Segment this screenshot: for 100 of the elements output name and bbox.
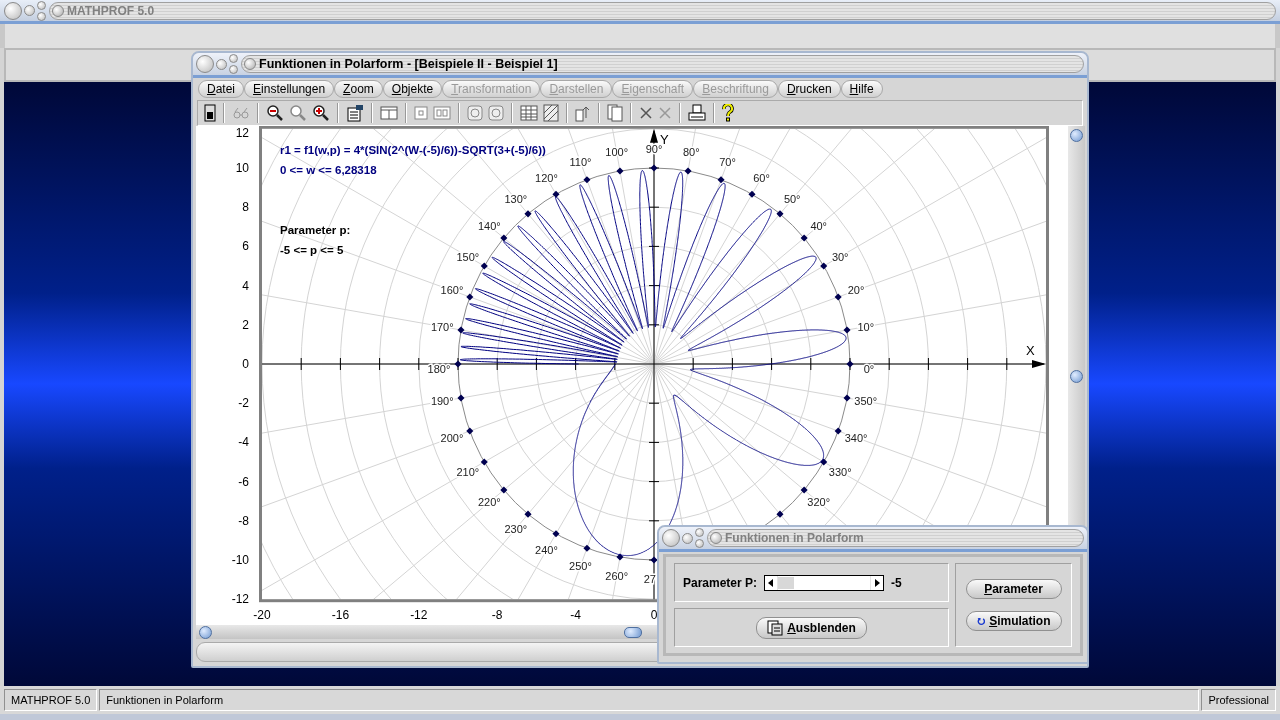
axis-tick-label: 12 [235, 126, 249, 140]
angle-label: 100° [605, 146, 629, 159]
axis-tick-label: 2 [242, 317, 249, 332]
parameter-button[interactable]: Parameter [965, 579, 1062, 599]
axis-tick-label: -4 [238, 435, 249, 450]
axis-tick-label: 8 [242, 200, 249, 215]
angle-label: 210° [456, 465, 480, 478]
document-icon [767, 619, 784, 636]
square-icon[interactable] [414, 106, 428, 120]
axis-tick-label: -8 [238, 513, 249, 528]
axis-tick-label: -2 [238, 396, 249, 411]
angle-label: 180° [427, 363, 451, 375]
magnifier-icon[interactable] [289, 104, 307, 122]
angle-label: 200° [440, 431, 464, 444]
knob-icon [244, 58, 256, 70]
angle-label: 140° [477, 219, 501, 232]
scroll-button[interactable] [199, 625, 212, 639]
angle-label: 160° [440, 284, 464, 297]
pages-icon[interactable] [607, 104, 623, 122]
dialog-title: Funktionen in Polarform [725, 531, 864, 545]
axis-tick-label: -6 [238, 474, 249, 489]
status-text: Funktionen in Polarform [99, 689, 1200, 711]
hide-button[interactable]: Ausblenden [756, 616, 867, 639]
formula-text: r1 = f1(w,p) = 4*(SIN(2^(W-(-5)/6))-SQRT(3+(-5)/6)) [280, 144, 546, 156]
clipboard-icon[interactable] [346, 104, 364, 122]
zoom-in-icon[interactable] [312, 104, 330, 122]
menu-item[interactable]: Datei [198, 80, 245, 98]
parameter-text: -5 <= p <= 5 [280, 244, 344, 256]
status-text: MATHPROF 5.0 [4, 689, 98, 711]
calculator-icon[interactable] [204, 104, 216, 122]
angle-label: 50° [783, 193, 801, 206]
window-button[interactable] [216, 58, 227, 70]
angle-label: 340° [844, 431, 868, 444]
double-square-icon[interactable] [433, 106, 451, 120]
cross-icon[interactable] [639, 106, 653, 120]
status-text: Professional [1201, 689, 1276, 711]
axis-tick-label: 4 [242, 278, 249, 293]
angle-label: 60° [753, 171, 770, 184]
knob-icon [710, 532, 722, 544]
glasses-icon[interactable] [232, 107, 250, 119]
window-button[interactable] [682, 532, 693, 544]
angle-label: 30° [831, 250, 849, 263]
angle-label: 80° [683, 146, 700, 159]
angle-label: 130° [504, 193, 528, 206]
hatched-page-icon[interactable] [543, 104, 559, 122]
axis-tick-label: 6 [242, 239, 249, 254]
angle-label: 120° [535, 171, 558, 184]
menu-item[interactable]: Drucken [777, 80, 841, 98]
printer-icon[interactable] [688, 104, 706, 122]
scroll-thumb[interactable] [624, 626, 642, 638]
angle-label: 20° [847, 284, 865, 297]
angle-label: 150° [456, 250, 480, 263]
parameter-text: Parameter p: [280, 224, 351, 236]
simulation-button[interactable]: Simulation [965, 611, 1062, 631]
angle-label: 320° [807, 496, 831, 509]
axis-label: X [1026, 343, 1035, 358]
axis-tick-label: 10 [235, 161, 249, 175]
export-icon[interactable] [575, 104, 591, 122]
angle-label: 240° [535, 544, 558, 557]
axis-tick-label: -12 [231, 592, 249, 607]
formula-text: 0 <= w <= 6,28318 [280, 164, 377, 176]
window-title: Funktionen in Polarform - [Beispiele II - Beispiel 1] [259, 57, 558, 71]
menu-item[interactable]: Zoom [334, 80, 383, 98]
window-button[interactable] [196, 55, 214, 73]
table-icon[interactable] [520, 105, 538, 121]
help-icon[interactable] [722, 104, 734, 122]
knob-icon [52, 4, 64, 17]
angle-label: 40° [810, 219, 827, 232]
circled-symbol-icon[interactable] [467, 105, 483, 121]
axis-tick-label: 0 [650, 608, 658, 622]
axis-tick-label: -4 [570, 608, 581, 622]
menu-item[interactable]: Einstellungen [244, 80, 335, 98]
axis-tick-label: -16 [331, 608, 350, 622]
window-button[interactable] [24, 5, 35, 16]
axis-label: Y [660, 131, 669, 147]
menu-item[interactable]: Hilfe [840, 80, 883, 98]
scroll-thumb[interactable] [1070, 370, 1083, 383]
zoom-out-icon[interactable] [266, 104, 284, 122]
parameter-slider[interactable] [764, 574, 885, 591]
angle-label: 70° [719, 155, 736, 168]
angle-label: 170° [430, 320, 454, 333]
window-button[interactable] [662, 529, 680, 547]
slider-thumb[interactable] [778, 576, 795, 589]
parameter-label: Parameter P: [683, 575, 758, 590]
angle-label: 330° [828, 465, 852, 478]
angle-label: 350° [854, 395, 878, 408]
parameter-value: -5 [891, 575, 902, 590]
left-arrow-icon[interactable] [767, 578, 776, 587]
scroll-button[interactable] [1070, 129, 1083, 142]
window-icon[interactable] [380, 106, 398, 120]
menu-item[interactable]: Objekte [382, 80, 443, 98]
angle-label: 230° [504, 522, 528, 535]
window-button[interactable] [4, 1, 22, 20]
angle-label: 0° [863, 363, 875, 375]
angle-label: 220° [477, 496, 501, 509]
axis-tick-label: 0 [242, 357, 249, 371]
axis-tick-label: -10 [231, 553, 249, 567]
angle-label: 10° [857, 320, 875, 333]
circled-symbol-icon[interactable] [488, 105, 504, 121]
right-arrow-icon[interactable] [873, 578, 882, 587]
